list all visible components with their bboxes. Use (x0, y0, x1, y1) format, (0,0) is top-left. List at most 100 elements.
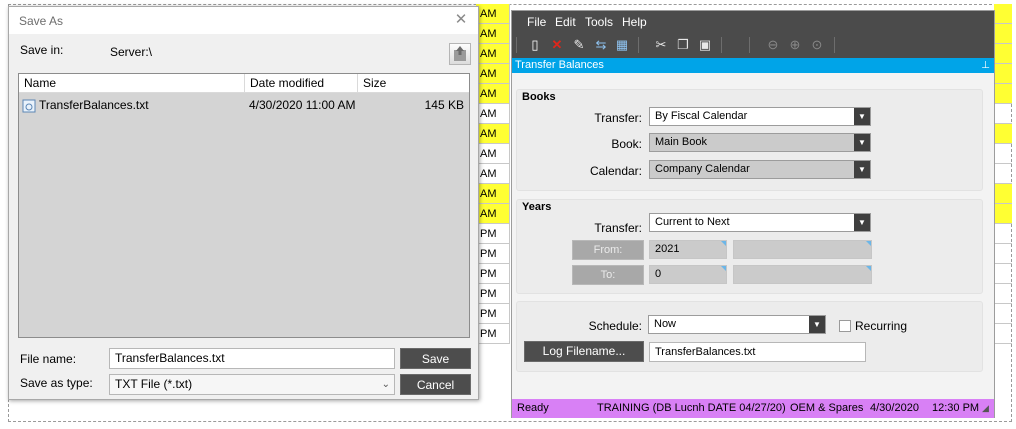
from-year-value: 2021 (655, 243, 680, 255)
bg-cell: AM (476, 124, 510, 144)
books-transfer-label: Transfer: (594, 111, 642, 125)
books-group: Books Transfer: By Fiscal Calendar ▼ Book… (516, 89, 983, 191)
dropdown-arrow-icon: ▼ (854, 161, 870, 178)
menu-file[interactable]: File (527, 15, 546, 29)
books-transfer-value: By Fiscal Calendar (655, 110, 748, 122)
save-as-type-value: TXT File (*.txt) (115, 377, 193, 391)
calendar-value: Company Calendar (655, 163, 750, 175)
menu-bar: File Edit Tools Help (512, 11, 994, 33)
calendar-label: Calendar: (589, 164, 642, 178)
resize-grip-icon[interactable]: ◢ (982, 399, 989, 418)
cancel-button[interactable]: Cancel (400, 374, 471, 395)
book-select[interactable]: Main Book ▼ (649, 133, 871, 152)
schedule-select[interactable]: Now ▼ (648, 315, 826, 334)
book-value: Main Book (655, 136, 707, 148)
bg-cell: PM (476, 304, 510, 324)
dropdown-arrow-icon: ▼ (854, 108, 870, 125)
schedule-group: Schedule: Now ▼ Recurring Log Filename...… (516, 301, 983, 372)
save-as-dialog: Save As ✕ Save in: Server:\ Name Date mo… (8, 6, 479, 400)
column-size[interactable]: Size (358, 74, 471, 93)
bg-cell: AM (476, 84, 510, 104)
column-date-modified[interactable]: Date modified (245, 74, 358, 93)
cut-icon[interactable]: ✂ (652, 36, 670, 54)
status-time: 12:30 PM (932, 402, 980, 414)
bg-cell: AM (476, 164, 510, 184)
up-folder-button[interactable] (449, 43, 471, 65)
from-year-field[interactable]: 2021 (649, 240, 727, 259)
bg-cell: PM (476, 324, 510, 344)
up-folder-icon (454, 46, 466, 61)
file-list[interactable]: Name Date modified Size TransferBalances… (18, 73, 470, 338)
from-button[interactable]: From: (572, 240, 644, 260)
menu-help[interactable]: Help (622, 15, 647, 29)
bg-cell: PM (476, 264, 510, 284)
save-as-type-label: Save as type: (20, 376, 93, 390)
paste-icon[interactable]: ▣ (696, 36, 714, 54)
bg-cell: PM (476, 244, 510, 264)
status-ready: Ready (517, 402, 549, 414)
save-as-type-select[interactable]: TXT File (*.txt) ⌄ (109, 374, 395, 395)
calendar-select[interactable]: Company Calendar ▼ (649, 160, 871, 179)
export-icon[interactable]: ⇆ (592, 36, 610, 54)
file-name: TransferBalances.txt (39, 98, 149, 112)
close-icon[interactable]: ✕ (450, 10, 472, 30)
bg-cell: AM (476, 104, 510, 124)
menu-edit[interactable]: Edit (555, 15, 576, 29)
bg-cell: AM (476, 4, 510, 24)
pin-icon[interactable]: ⊥ (981, 58, 990, 73)
to-year-field[interactable]: 0 (649, 265, 727, 284)
background-right-column (994, 4, 1012, 349)
books-title: Books (522, 91, 556, 103)
dialog-title: Save As (19, 14, 64, 28)
from-period-field[interactable] (733, 240, 872, 259)
years-title: Years (522, 201, 552, 213)
status-session: TRAINING (DB Lucnh DATE 04/27/20) (597, 402, 786, 414)
log-filename-input[interactable]: TransferBalances.txt (649, 342, 866, 362)
bg-cell: PM (476, 224, 510, 244)
column-name[interactable]: Name (19, 74, 245, 93)
schedule-value: Now (654, 318, 677, 330)
panel-title-bar: Transfer Balances ⊥ (512, 58, 994, 73)
copy-icon[interactable]: ❐ (674, 36, 692, 54)
background-time-column: AM AM AM AM AM AM AM AM AM AM AM PM PM P… (476, 4, 510, 349)
panel-title: Transfer Balances (515, 59, 604, 71)
years-transfer-label: Transfer: (594, 221, 642, 235)
bg-cell: AM (476, 24, 510, 44)
menu-tools[interactable]: Tools (585, 15, 613, 29)
home-icon[interactable]: ⊙ (808, 36, 826, 54)
to-button[interactable]: To: (572, 265, 644, 285)
save-in-value[interactable]: Server:\ (110, 45, 152, 59)
eraser-icon[interactable]: ✎ (570, 36, 588, 54)
status-date: 4/30/2020 (870, 402, 919, 414)
new-document-icon[interactable]: ▯ (526, 36, 544, 54)
to-year-value: 0 (655, 268, 662, 280)
save-button[interactable]: Save (400, 348, 471, 369)
bg-cell: AM (476, 64, 510, 84)
spreadsheet-icon[interactable]: ▦ (613, 36, 631, 54)
book-label: Book: (611, 137, 642, 151)
recurring-label: Recurring (855, 319, 908, 333)
file-list-header: Name Date modified Size (19, 74, 469, 93)
bg-cell: PM (476, 284, 510, 304)
chevron-down-icon: ⌄ (381, 379, 390, 390)
bg-cell: AM (476, 204, 510, 224)
recurring-checkbox[interactable] (839, 320, 851, 332)
bg-cell: AM (476, 144, 510, 164)
back-icon[interactable]: ⊖ (764, 36, 782, 54)
save-in-label: Save in: (20, 43, 64, 57)
file-size: 145 KB (424, 98, 464, 112)
schedule-label: Schedule: (588, 319, 642, 333)
dropdown-arrow-icon: ▼ (854, 214, 870, 231)
status-bar: Ready TRAINING (DB Lucnh DATE 04/27/20) … (512, 399, 994, 418)
toolbar: ▯ ✕ ✎ ⇆ ▦ ✂ ❐ ▣ ⊖ ⊕ ⊙ (512, 33, 994, 58)
to-period-field[interactable] (733, 265, 872, 284)
delete-icon[interactable]: ✕ (548, 36, 566, 54)
log-filename-button[interactable]: Log Filename... (524, 341, 644, 362)
years-transfer-select[interactable]: Current to Next ▼ (649, 213, 871, 232)
file-row[interactable]: TransferBalances.txt 4/30/2020 11:00 AM … (19, 96, 469, 114)
forward-icon[interactable]: ⊕ (786, 36, 804, 54)
books-transfer-select[interactable]: By Fiscal Calendar ▼ (649, 107, 871, 126)
file-date: 4/30/2020 11:00 AM (249, 98, 356, 112)
file-name-input[interactable]: TransferBalances.txt (109, 348, 395, 369)
dropdown-arrow-icon: ▼ (809, 316, 825, 333)
